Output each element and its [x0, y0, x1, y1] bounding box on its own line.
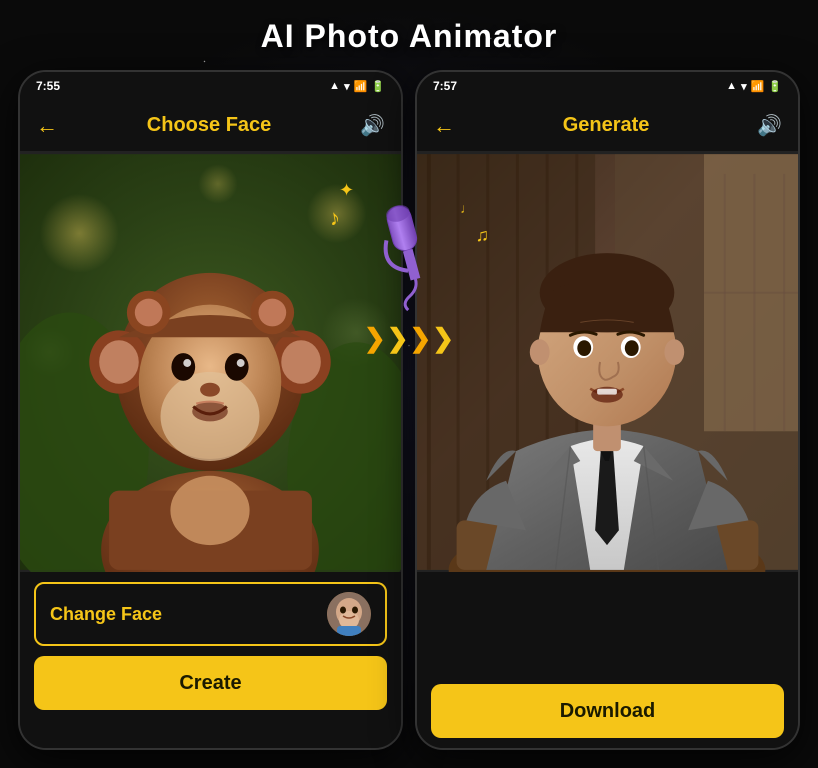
change-face-label: Change Face [50, 604, 162, 625]
left-sound-button[interactable]: 🔊 [360, 113, 385, 138]
child-monkey-photo [20, 152, 401, 572]
left-header-title: Choose Face [147, 114, 271, 137]
face-thumbnail [327, 592, 371, 636]
left-back-button[interactable]: ← [36, 113, 58, 139]
right-phone: 7:57 ▲ ▾ 📶 🔋 ← Generate 🔊 [415, 70, 800, 750]
signal-icon: ▲ [329, 80, 340, 92]
right-phone-bottom: Download [417, 572, 798, 748]
left-phone: 7:55 ▲ ▾ 📶 🔋 ← Choose Face 🔊 [18, 70, 403, 750]
left-status-icons: ▲ ▾ 📶 🔋 [329, 80, 385, 93]
right-wifi-icon2: 📶 [751, 80, 765, 93]
left-phone-bottom: Change Face Cre [20, 572, 401, 748]
download-button[interactable]: Download [431, 684, 784, 738]
create-label: Create [179, 672, 241, 695]
right-signal-icon: ▲ [726, 80, 737, 92]
phones-container: 7:55 ▲ ▾ 📶 🔋 ← Choose Face 🔊 [10, 70, 808, 758]
thumbnail-image [327, 592, 371, 636]
right-sound-button[interactable]: 🔊 [757, 113, 782, 138]
create-button[interactable]: Create [34, 656, 387, 710]
app-title: AI Photo Animator [0, 18, 818, 55]
right-wifi-icon: ▾ [741, 80, 747, 93]
left-time: 7:55 [36, 79, 60, 93]
right-status-bar: 7:57 ▲ ▾ 📶 🔋 [417, 72, 798, 100]
right-status-icons: ▲ ▾ 📶 🔋 [726, 80, 782, 93]
battery-icon: 🔋 [371, 80, 385, 93]
change-face-button[interactable]: Change Face [34, 582, 387, 646]
right-photo-area [417, 152, 798, 572]
man-suit-photo [417, 152, 798, 572]
left-status-bar: 7:55 ▲ ▾ 📶 🔋 [20, 72, 401, 100]
right-back-button[interactable]: ← [433, 113, 455, 139]
right-header-title: Generate [563, 114, 650, 137]
right-header: ← Generate 🔊 [417, 100, 798, 152]
left-header: ← Choose Face 🔊 [20, 100, 401, 152]
wifi-icon: ▾ [344, 80, 350, 93]
wifi-icon2: 📶 [354, 80, 368, 93]
left-photo-area [20, 152, 401, 572]
download-label: Download [560, 700, 656, 723]
right-battery-icon: 🔋 [768, 80, 782, 93]
right-time: 7:57 [433, 79, 457, 93]
